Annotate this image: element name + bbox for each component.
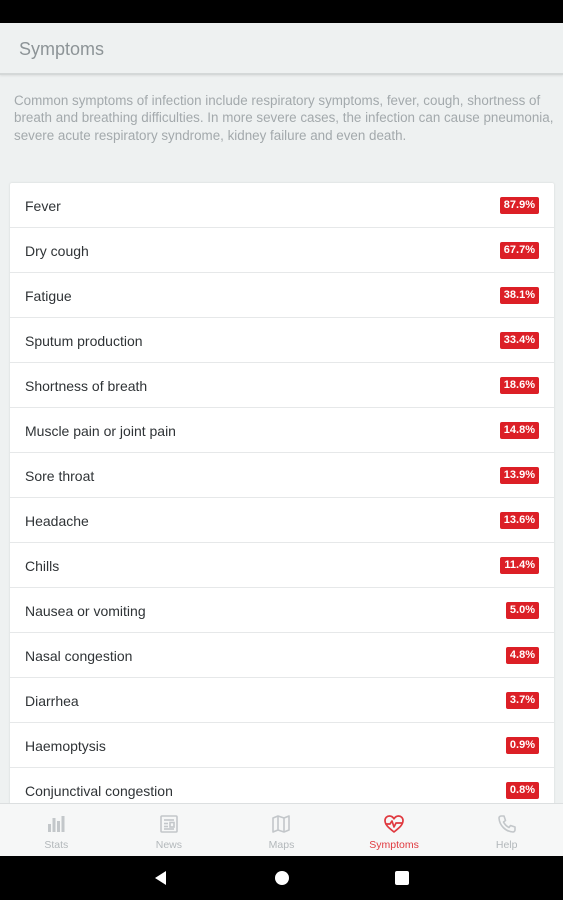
status-bar: [0, 0, 563, 23]
nav-item-maps[interactable]: Maps: [225, 804, 338, 856]
symptom-name: Shortness of breath: [25, 378, 148, 394]
symptom-name: Haemoptysis: [25, 738, 106, 754]
percent-badge: 14.8%: [499, 422, 539, 439]
percent-badge: 3.7%: [505, 692, 539, 709]
intro-text: Common symptoms of infection include res…: [14, 93, 554, 143]
symptom-name: Sputum production: [25, 333, 143, 349]
bar-chart-icon: [48, 816, 65, 832]
symptom-name: Conjunctival congestion: [25, 783, 173, 799]
list-item: Chills 11.4%: [10, 543, 554, 588]
nav-label: Symptoms: [369, 839, 419, 851]
symptom-name: Nausea or vomiting: [25, 603, 146, 619]
symptom-name: Nasal congestion: [25, 648, 133, 664]
symptom-name: Diarrhea: [25, 693, 79, 709]
percent-badge: 33.4%: [499, 332, 539, 349]
nav-label: Stats: [44, 839, 69, 851]
list-item: Dry cough 67.7%: [10, 228, 554, 273]
symptom-name: Headache: [25, 513, 89, 529]
symptom-name: Chills: [25, 558, 60, 574]
percent-badge: 5.0%: [505, 602, 539, 619]
percent-badge: 13.9%: [499, 467, 539, 484]
percent-badge: 67.7%: [499, 242, 539, 259]
list-item: Haemoptysis 0.9%: [10, 723, 554, 768]
list-item: Diarrhea 3.7%: [10, 678, 554, 723]
symptom-name: Fatigue: [25, 288, 72, 304]
list-item: Muscle pain or joint pain 14.8%: [10, 408, 554, 453]
list-item: Sputum production 33.4%: [10, 318, 554, 363]
nav-label: Maps: [268, 839, 295, 851]
nav-label: News: [155, 839, 183, 851]
list-item: Shortness of breath 18.6%: [10, 363, 554, 408]
map-icon: [272, 815, 291, 833]
percent-badge: 0.9%: [505, 737, 539, 754]
list-item: Sore throat 13.9%: [10, 453, 554, 498]
percent-badge: 38.1%: [499, 287, 539, 304]
back-icon[interactable]: [153, 870, 167, 886]
percent-badge: 4.8%: [505, 647, 539, 664]
heart-pulse-icon: [384, 815, 404, 833]
nav-item-stats[interactable]: Stats: [0, 804, 113, 856]
percent-badge: 18.6%: [499, 377, 539, 394]
list-item: Fever 87.9%: [10, 183, 554, 228]
nav-item-symptoms[interactable]: Symptoms: [338, 804, 451, 856]
list-item: Headache 13.6%: [10, 498, 554, 543]
newspaper-icon: [160, 815, 178, 833]
page-title: Symptoms: [19, 39, 105, 59]
nav-item-news[interactable]: News: [113, 804, 226, 856]
phone-icon: [497, 815, 516, 833]
symptom-name: Muscle pain or joint pain: [25, 423, 176, 439]
percent-badge: 11.4%: [500, 557, 539, 574]
recents-icon[interactable]: [395, 870, 409, 886]
list-item: Fatigue 38.1%: [10, 273, 554, 318]
percent-badge: 13.6%: [499, 512, 539, 529]
list-item: Nausea or vomiting 5.0%: [10, 588, 554, 633]
bottom-navigation: Stats News Maps Symptoms Help: [0, 803, 563, 856]
nav-label: Help: [495, 839, 518, 851]
symptom-name: Dry cough: [25, 243, 89, 259]
home-icon[interactable]: [274, 870, 290, 886]
list-item: Nasal congestion 4.8%: [10, 633, 554, 678]
percent-badge: 87.9%: [499, 197, 539, 214]
symptom-name: Fever: [25, 198, 61, 214]
percent-badge: 0.8%: [505, 782, 539, 799]
nav-item-help[interactable]: Help: [450, 804, 563, 856]
app-bar: Symptoms: [0, 23, 563, 75]
system-navigation-bar: [0, 856, 563, 900]
symptoms-list: Fever 87.9% Dry cough 67.7% Fatigue 38.1% S…: [10, 183, 554, 813]
symptom-name: Sore throat: [25, 468, 95, 484]
